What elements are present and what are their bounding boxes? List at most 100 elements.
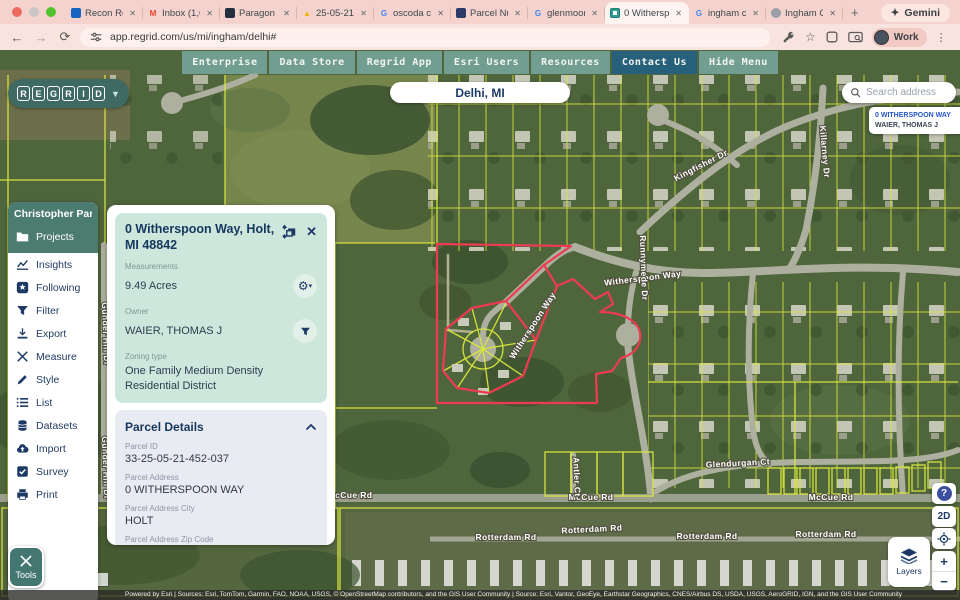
password-key-icon[interactable] bbox=[782, 30, 796, 44]
browser-toolbar: ← → ⟳ app.regrid.com/us/mi/ingham/delhi#… bbox=[0, 24, 960, 50]
browser-tab[interactable]: MInbox (1,68✕ bbox=[143, 2, 220, 24]
list-icon bbox=[16, 396, 29, 409]
profile-chip[interactable]: Work bbox=[872, 28, 927, 47]
close-tab-icon[interactable]: ✕ bbox=[127, 8, 138, 19]
menu-hide-menu[interactable]: Hide Menu bbox=[699, 51, 778, 74]
map-attribution: Powered by Esri | Sources: Esri, TomTom,… bbox=[0, 590, 960, 600]
browser-tab[interactable]: Gingham cou✕ bbox=[689, 2, 766, 24]
sidebar-item-datasets[interactable]: Datasets bbox=[8, 414, 98, 437]
close-icon[interactable]: ✕ bbox=[306, 226, 317, 238]
close-tab-icon[interactable]: ✕ bbox=[827, 8, 838, 19]
parcel-details-heading: Parcel Details bbox=[125, 420, 305, 434]
tab-strip: Recon Real✕ MInbox (1,68✕ Paragon 5✕ ▲25… bbox=[66, 0, 843, 24]
menu-esri-users[interactable]: Esri Users bbox=[444, 51, 529, 74]
sidebar-item-projects[interactable]: Projects bbox=[14, 225, 92, 248]
sidebar-item-insights[interactable]: Insights bbox=[8, 253, 98, 276]
paragon-favicon-icon bbox=[225, 8, 235, 18]
browser-tab[interactable]: Gglenmoor m✕ bbox=[528, 2, 605, 24]
browser-tab[interactable]: ▲25-05-21-4✕ bbox=[297, 2, 374, 24]
browser-tab[interactable]: Paragon 5✕ bbox=[220, 2, 297, 24]
close-tab-icon[interactable]: ✕ bbox=[204, 8, 215, 19]
sidebar-item-following[interactable]: Following bbox=[8, 276, 98, 299]
browser-tab[interactable]: Ingham Cou✕ bbox=[766, 2, 843, 24]
menu-resources[interactable]: Resources bbox=[531, 51, 610, 74]
sidebar-item-list[interactable]: List bbox=[8, 391, 98, 414]
sidebar-item-measure[interactable]: Measure bbox=[8, 345, 98, 368]
address-bar[interactable]: app.regrid.com/us/mi/ingham/delhi# bbox=[80, 28, 770, 47]
recon-favicon-icon bbox=[71, 8, 81, 18]
gemini-button[interactable]: ✦Gemini bbox=[881, 4, 950, 22]
menu-data-store[interactable]: Data Store bbox=[269, 51, 354, 74]
bookmark-star-icon[interactable]: ☆ bbox=[805, 30, 816, 44]
sparkle-icon: ✦ bbox=[891, 7, 900, 19]
regrid-logo[interactable]: REGRID ▼ bbox=[8, 79, 129, 108]
help-button[interactable]: ? bbox=[932, 483, 956, 504]
zoning-label: Zoning type bbox=[125, 352, 317, 361]
street-label: Rotterdam Rd bbox=[476, 532, 537, 542]
close-tab-icon[interactable]: ✕ bbox=[750, 8, 761, 19]
owner-filter-button[interactable] bbox=[293, 319, 317, 343]
sidebar-item-survey[interactable]: Survey bbox=[8, 460, 98, 483]
sidebar-item-style[interactable]: Style bbox=[8, 368, 98, 391]
measure-tools-icon bbox=[16, 350, 29, 363]
database-icon bbox=[16, 419, 29, 432]
drive-favicon-icon: ▲ bbox=[302, 8, 312, 18]
tab-search-icon[interactable] bbox=[848, 31, 863, 44]
maximize-window-button[interactable] bbox=[46, 7, 56, 17]
tools-icon bbox=[19, 554, 33, 568]
search-box[interactable] bbox=[842, 82, 956, 103]
sidebar-item-export[interactable]: Export bbox=[8, 322, 98, 345]
close-window-button[interactable] bbox=[12, 7, 22, 17]
sidebar-item-print[interactable]: Print bbox=[8, 483, 98, 506]
street-label: Rotterdam Rd bbox=[796, 529, 857, 539]
close-tab-icon[interactable]: ✕ bbox=[589, 8, 600, 19]
new-tab-button[interactable]: + bbox=[843, 5, 867, 24]
close-tab-icon[interactable]: ✕ bbox=[358, 8, 369, 19]
parcel-panel: 0 Witherspoon Way, Holt, MI 48842 ✕ Meas… bbox=[107, 205, 335, 545]
menu-regrid-app[interactable]: Regrid App bbox=[357, 51, 442, 74]
close-tab-icon[interactable]: ✕ bbox=[673, 8, 684, 19]
hover-address: 0 WITHERSPOON WAY bbox=[875, 112, 956, 119]
locate-button[interactable] bbox=[932, 528, 956, 549]
sidebar-item-import[interactable]: Import bbox=[8, 437, 98, 460]
parcel-hover-card[interactable]: 0 WITHERSPOON WAY WAIER, THOMAS J bbox=[869, 107, 960, 134]
extensions-icon[interactable] bbox=[825, 30, 839, 44]
left-sidebar: Christopher Par... Projects Insights Fol… bbox=[8, 202, 98, 600]
browser-menu-icon[interactable]: ⋮ bbox=[936, 31, 947, 44]
parcel-summary-card: 0 Witherspoon Way, Holt, MI 48842 ✕ Meas… bbox=[115, 213, 327, 403]
forward-icon[interactable]: → bbox=[32, 30, 50, 45]
tools-button[interactable]: Tools bbox=[8, 546, 44, 588]
site-settings-icon[interactable] bbox=[90, 31, 102, 43]
crosshair-icon bbox=[937, 532, 951, 546]
owner-value: WAIER, THOMAS J bbox=[125, 325, 293, 337]
close-tab-icon[interactable]: ✕ bbox=[281, 8, 292, 19]
avatar bbox=[874, 30, 889, 45]
street-label: McCue Rd bbox=[809, 492, 854, 502]
window-controls[interactable] bbox=[0, 0, 66, 24]
close-tab-icon[interactable]: ✕ bbox=[512, 8, 523, 19]
menu-enterprise[interactable]: Enterprise bbox=[182, 51, 267, 74]
hover-owner: WAIER, THOMAS J bbox=[875, 122, 956, 129]
minimize-window-button[interactable] bbox=[29, 7, 39, 17]
zoom-in-button[interactable]: + bbox=[932, 551, 956, 571]
layers-button[interactable]: Layers bbox=[888, 537, 930, 587]
close-tab-icon[interactable]: ✕ bbox=[435, 8, 446, 19]
menu-contact-us[interactable]: Contact Us bbox=[612, 51, 697, 74]
reload-icon[interactable]: ⟳ bbox=[56, 29, 74, 45]
google-favicon-icon: G bbox=[379, 8, 389, 18]
fly-to-parcel-icon[interactable] bbox=[281, 224, 297, 240]
chevron-down-icon: ▼ bbox=[111, 89, 120, 99]
browser-tab[interactable]: Recon Real✕ bbox=[66, 2, 143, 24]
browser-tab-active[interactable]: 0 Witherspo✕ bbox=[605, 2, 689, 24]
search-input[interactable] bbox=[866, 87, 946, 98]
2d-mode-button[interactable]: 2D bbox=[932, 506, 956, 527]
chevron-up-icon[interactable] bbox=[305, 423, 317, 431]
sidebar-item-filter[interactable]: Filter bbox=[8, 299, 98, 322]
browser-tab[interactable]: Goscoda cou✕ bbox=[374, 2, 451, 24]
browser-tab[interactable]: Parcel Num✕ bbox=[451, 2, 528, 24]
back-icon[interactable]: ← bbox=[8, 30, 26, 45]
zoom-control: + − bbox=[932, 551, 956, 591]
measure-settings-button[interactable]: ⚙▾ bbox=[293, 274, 317, 298]
download-icon bbox=[16, 327, 29, 340]
zoom-out-button[interactable]: − bbox=[932, 571, 956, 591]
